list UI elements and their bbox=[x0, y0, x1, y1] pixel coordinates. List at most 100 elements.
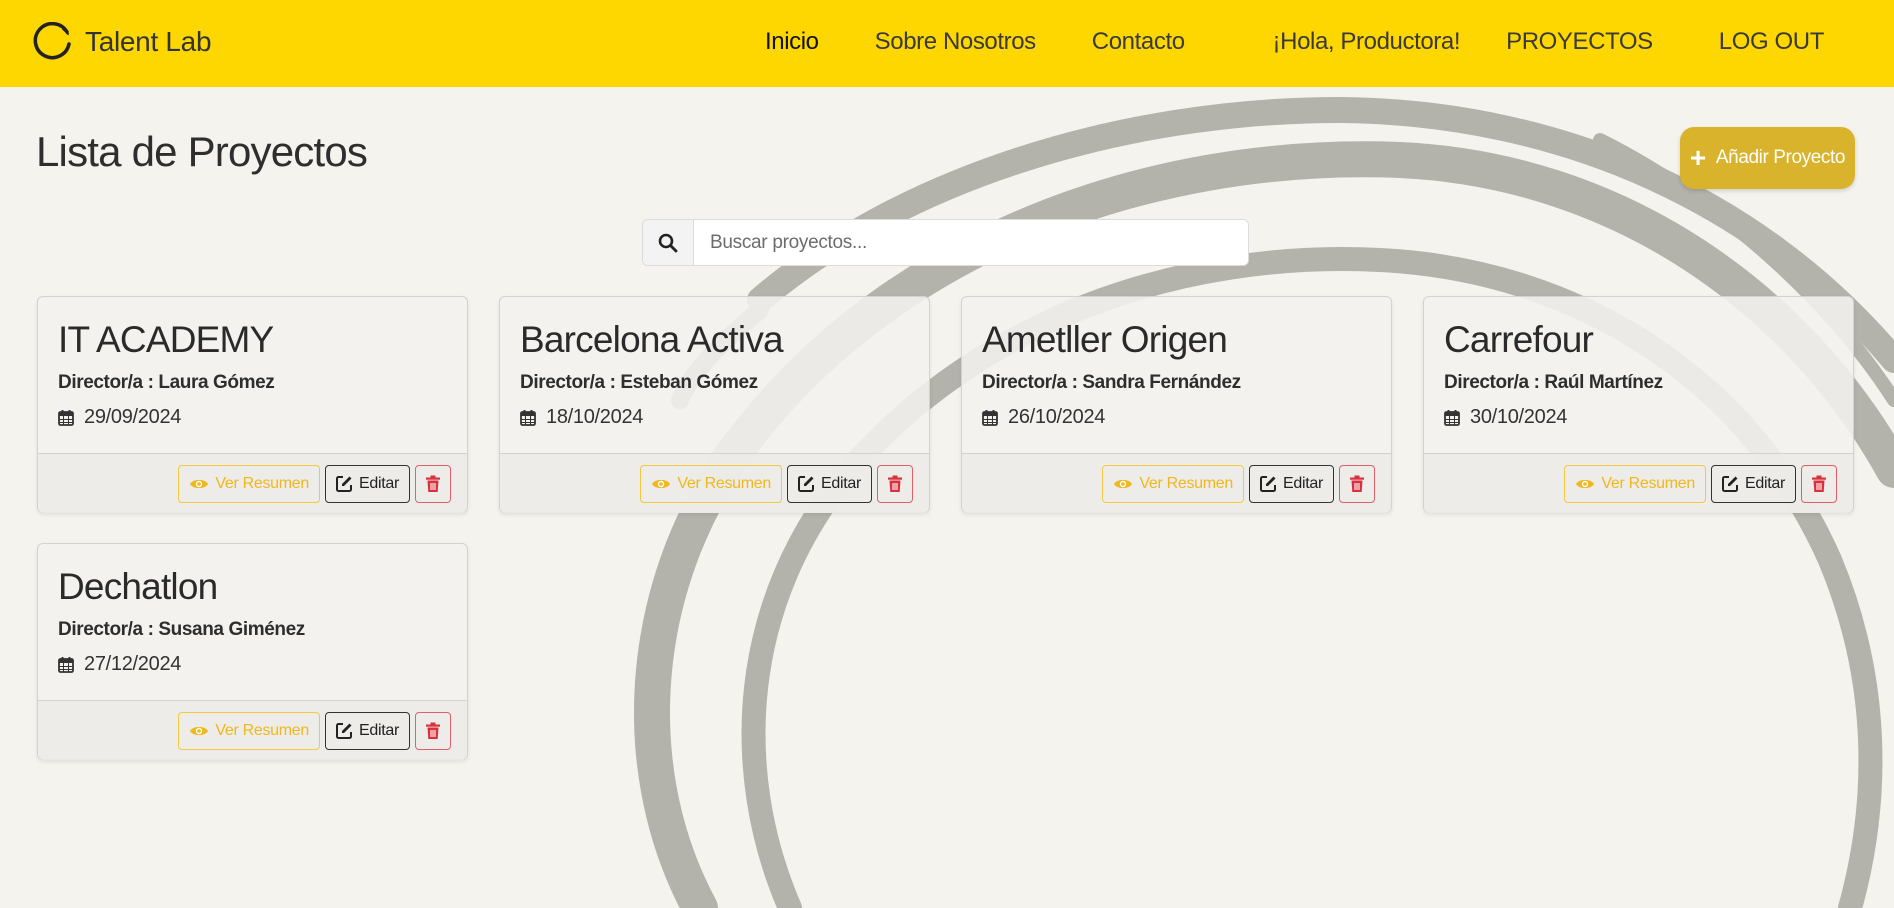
edit-icon bbox=[336, 476, 352, 492]
view-summary-button[interactable]: Ver Resumen bbox=[1102, 464, 1244, 503]
delete-button[interactable] bbox=[415, 711, 451, 750]
edit-label: Editar bbox=[1283, 474, 1323, 492]
project-director: Director/a : Sandra Fernández bbox=[982, 372, 1371, 394]
director-label: Director/a : bbox=[58, 619, 154, 640]
delete-button[interactable] bbox=[415, 464, 451, 503]
edit-label: Editar bbox=[821, 474, 861, 492]
date-value: 26/10/2024 bbox=[1008, 406, 1106, 428]
edit-button[interactable]: Editar bbox=[1711, 464, 1796, 503]
view-summary-label: Ver Resumen bbox=[215, 474, 309, 492]
trash-icon bbox=[1350, 475, 1364, 492]
edit-label: Editar bbox=[1745, 474, 1785, 492]
card-actions: Ver Resumen Editar bbox=[962, 453, 1391, 513]
trash-icon bbox=[426, 475, 440, 492]
director-name: Susana Giménez bbox=[158, 619, 305, 640]
project-card: IT ACADEMY Director/a : Laura Gómez 29/0… bbox=[37, 296, 468, 513]
plus-icon: + bbox=[1689, 142, 1706, 173]
edit-button[interactable]: Editar bbox=[787, 464, 872, 503]
director-label: Director/a : bbox=[520, 372, 616, 393]
view-summary-button[interactable]: Ver Resumen bbox=[640, 464, 782, 503]
project-title: Ametller Origen bbox=[982, 319, 1228, 360]
top-navbar: Talent Lab Inicio Sobre Nosotros Contact… bbox=[0, 0, 1894, 87]
edit-icon bbox=[336, 723, 352, 739]
project-card: Carrefour Director/a : Raúl Martínez 30/… bbox=[1423, 296, 1854, 513]
calendar-icon bbox=[982, 410, 998, 426]
date-value: 30/10/2024 bbox=[1470, 406, 1568, 428]
director-name: Esteban Gómez bbox=[620, 372, 758, 393]
eye-icon bbox=[1114, 479, 1133, 488]
trash-icon bbox=[426, 722, 440, 739]
edit-icon bbox=[1722, 476, 1738, 492]
calendar-icon bbox=[58, 410, 74, 426]
date-value: 29/09/2024 bbox=[84, 406, 182, 428]
project-title: Barcelona Activa bbox=[520, 319, 784, 360]
project-date: 26/10/2024 bbox=[982, 406, 1371, 429]
view-summary-button[interactable]: Ver Resumen bbox=[178, 464, 320, 503]
director-name: Raúl Martínez bbox=[1544, 372, 1663, 393]
brand[interactable]: Talent Lab bbox=[33, 22, 212, 62]
project-card: Barcelona Activa Director/a : Esteban Gó… bbox=[499, 296, 930, 513]
view-summary-button[interactable]: Ver Resumen bbox=[1564, 464, 1706, 503]
delete-button[interactable] bbox=[877, 464, 913, 503]
date-value: 27/12/2024 bbox=[84, 653, 182, 675]
director-label: Director/a : bbox=[982, 372, 1078, 393]
project-date: 29/09/2024 bbox=[58, 406, 447, 429]
add-project-label: Añadir Proyecto bbox=[1715, 147, 1846, 168]
view-summary-button[interactable]: Ver Resumen bbox=[178, 711, 320, 750]
director-label: Director/a : bbox=[1444, 372, 1540, 393]
project-date: 27/12/2024 bbox=[58, 653, 447, 676]
project-date: 30/10/2024 bbox=[1444, 406, 1833, 429]
edit-label: Editar bbox=[359, 474, 399, 492]
edit-icon bbox=[798, 476, 814, 492]
greeting-text: ¡Hola, Productora! bbox=[1272, 28, 1461, 55]
search-icon bbox=[658, 233, 678, 252]
card-actions: Ver Resumen Editar bbox=[38, 700, 467, 760]
view-summary-label: Ver Resumen bbox=[1601, 474, 1695, 492]
project-date: 18/10/2024 bbox=[520, 406, 909, 429]
user-nav: ¡Hola, Productora! PROYECTOS LOG OUT bbox=[1272, 28, 1825, 56]
search-input[interactable] bbox=[694, 220, 1248, 265]
brand-name: Talent Lab bbox=[85, 26, 212, 57]
card-actions: Ver Resumen Editar bbox=[38, 453, 467, 513]
director-label: Director/a : bbox=[58, 372, 154, 393]
view-summary-label: Ver Resumen bbox=[677, 474, 771, 492]
edit-button[interactable]: Editar bbox=[325, 711, 410, 750]
project-director: Director/a : Esteban Gómez bbox=[520, 372, 909, 394]
view-summary-label: Ver Resumen bbox=[215, 721, 309, 739]
project-director: Director/a : Laura Gómez bbox=[58, 372, 447, 394]
project-title: Carrefour bbox=[1444, 319, 1594, 360]
logout-link[interactable]: LOG OUT bbox=[1719, 28, 1825, 56]
trash-icon bbox=[888, 475, 902, 492]
add-project-button[interactable]: + Añadir Proyecto bbox=[1680, 127, 1855, 189]
director-name: Sandra Fernández bbox=[1082, 372, 1241, 393]
calendar-icon bbox=[1444, 410, 1460, 426]
edit-label: Editar bbox=[359, 721, 399, 739]
page-title: Lista de Proyectos bbox=[36, 128, 368, 175]
eye-icon bbox=[1576, 479, 1595, 488]
date-value: 18/10/2024 bbox=[546, 406, 644, 428]
nav-link-contacto[interactable]: Contacto bbox=[1092, 28, 1185, 56]
delete-button[interactable] bbox=[1339, 464, 1375, 503]
calendar-icon bbox=[520, 410, 536, 426]
card-actions: Ver Resumen Editar bbox=[1424, 453, 1853, 513]
project-director: Director/a : Raúl Martínez bbox=[1444, 372, 1833, 394]
director-name: Laura Gómez bbox=[158, 372, 275, 393]
project-title: Dechatlon bbox=[58, 566, 218, 607]
search-icon-addon bbox=[643, 220, 694, 265]
nav-link-inicio[interactable]: Inicio bbox=[765, 28, 819, 56]
delete-button[interactable] bbox=[1801, 464, 1837, 503]
calendar-icon bbox=[58, 657, 74, 673]
project-title: IT ACADEMY bbox=[58, 319, 274, 360]
project-card: Ametller Origen Director/a : Sandra Fern… bbox=[961, 296, 1392, 513]
edit-icon bbox=[1260, 476, 1276, 492]
nav-link-sobre-nosotros[interactable]: Sobre Nosotros bbox=[875, 28, 1037, 56]
logo-ring-icon bbox=[33, 22, 71, 60]
eye-icon bbox=[190, 726, 209, 735]
edit-button[interactable]: Editar bbox=[325, 464, 410, 503]
trash-icon bbox=[1812, 475, 1826, 492]
main-nav: Inicio Sobre Nosotros Contacto bbox=[765, 28, 1185, 56]
nav-link-proyectos[interactable]: PROYECTOS bbox=[1506, 28, 1653, 56]
search-bar bbox=[642, 219, 1249, 266]
card-actions: Ver Resumen Editar bbox=[500, 453, 929, 513]
edit-button[interactable]: Editar bbox=[1249, 464, 1334, 503]
